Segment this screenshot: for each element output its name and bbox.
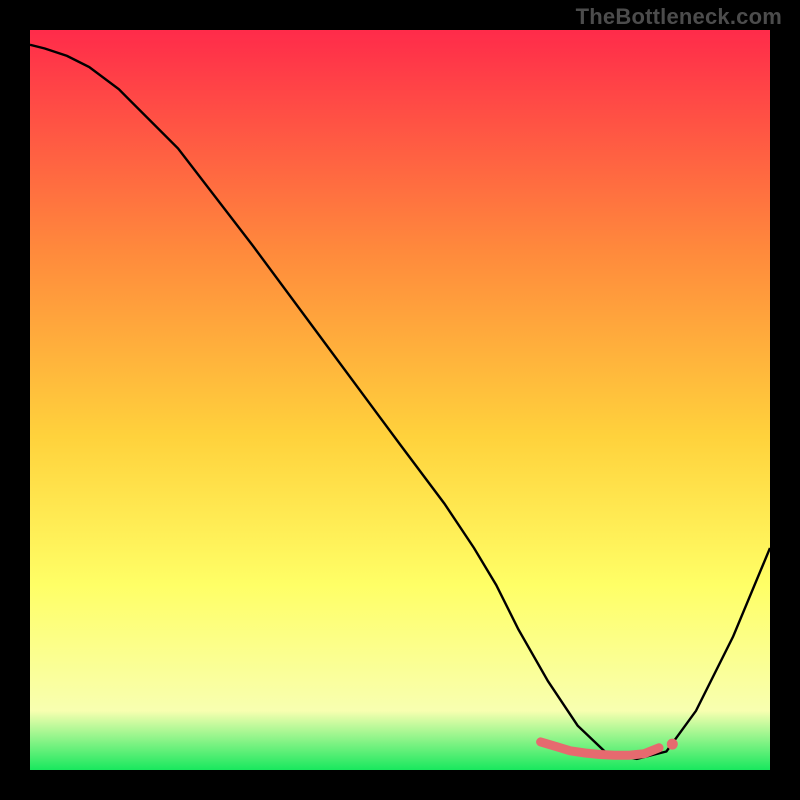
gradient-background	[30, 30, 770, 770]
plot-area	[30, 30, 770, 770]
chart-frame: TheBottleneck.com	[0, 0, 800, 800]
bottleneck-chart	[30, 30, 770, 770]
watermark-text: TheBottleneck.com	[576, 4, 782, 30]
optimal-range-end-dot	[667, 739, 678, 750]
